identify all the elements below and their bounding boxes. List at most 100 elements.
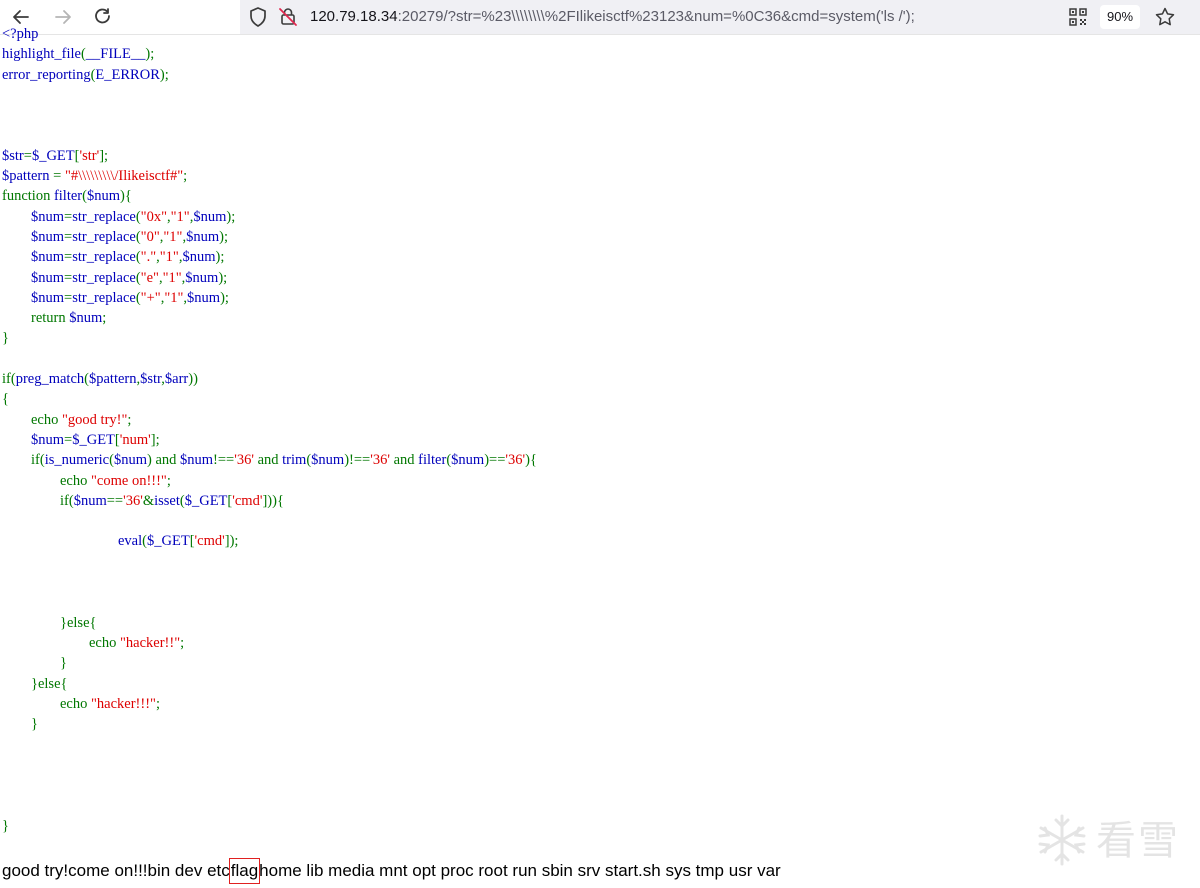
code-line: <?php xyxy=(2,24,537,44)
code-token: $num xyxy=(451,452,485,469)
code-token: str_replace xyxy=(72,208,136,225)
code-token: ); xyxy=(145,46,155,63)
code-line: } xyxy=(2,653,537,673)
code-token: and xyxy=(389,452,419,469)
code-token: = xyxy=(53,168,65,185)
code-line: $num=str_replace("0","1",$num); xyxy=(2,227,537,247)
code-token: $_GET xyxy=(184,492,228,509)
code-token: !== xyxy=(213,452,235,469)
code-token: str_replace xyxy=(72,289,136,306)
code-token: $num xyxy=(187,289,221,306)
code-token: error_reporting xyxy=(2,66,91,83)
code-token: str_replace xyxy=(72,228,136,245)
code-token: $num xyxy=(193,208,227,225)
code-token: ) and xyxy=(147,452,181,469)
code-token: $num xyxy=(113,452,147,469)
code-token: ; xyxy=(127,411,132,428)
code-token: '36' xyxy=(505,452,526,469)
code-token: if( xyxy=(2,452,45,469)
code-line: $num=str_replace("0x","1",$num); xyxy=(2,207,537,227)
code-line: if(is_numeric($num) and $num!=='36' and … xyxy=(2,450,537,470)
code-token: __FILE__ xyxy=(85,46,146,63)
code-line: $num=str_replace(".","1",$num); xyxy=(2,247,537,267)
command-output: good try!come on!!!bin dev etcflaghome l… xyxy=(2,858,781,884)
code-token: $num xyxy=(69,310,103,327)
code-token: } xyxy=(2,817,9,834)
code-token: eval xyxy=(118,533,143,550)
code-token: "hacker!!!" xyxy=(91,695,156,712)
code-token: echo xyxy=(2,472,91,489)
code-line: eval($_GET['cmd']); xyxy=(2,531,537,551)
qr-code-icon[interactable] xyxy=(1066,5,1090,29)
star-icon[interactable] xyxy=(1153,5,1177,29)
code-token: $num xyxy=(31,289,65,306)
code-token: $_GET xyxy=(31,147,75,164)
url-host: 120.79.18.34 xyxy=(310,8,398,25)
code-token: } xyxy=(2,330,9,347)
zoom-level-button[interactable]: 90% xyxy=(1100,5,1140,29)
code-line: function filter($num){ xyxy=(2,186,537,206)
code-line: $num=$_GET['num']; xyxy=(2,430,537,450)
code-token: )) xyxy=(188,371,198,388)
code-token: & xyxy=(142,492,155,509)
code-token: "e" xyxy=(140,269,159,286)
code-token: ); xyxy=(218,269,228,286)
code-token: $num xyxy=(31,228,65,245)
code-token: }else{ xyxy=(2,614,97,631)
code-token: echo xyxy=(2,695,91,712)
snowflake-icon xyxy=(1038,814,1086,866)
code-token: echo xyxy=(2,411,62,428)
code-token: '36' xyxy=(234,452,254,469)
code-token: ; xyxy=(180,634,185,651)
code-token: )== xyxy=(484,452,506,469)
code-line: error_reporting(E_ERROR); xyxy=(2,65,537,85)
code-token: <?php xyxy=(2,26,39,42)
code-token: ); xyxy=(226,208,236,225)
code-token: ]); xyxy=(224,533,239,550)
output-text-after: home lib media mnt opt proc root run sbi… xyxy=(259,861,781,880)
code-token: "come on!!!" xyxy=(91,472,167,489)
code-token: == xyxy=(106,492,124,509)
code-token: $arr xyxy=(164,371,189,388)
code-token: "1" xyxy=(159,249,179,266)
code-line: }else{ xyxy=(2,674,537,694)
code-token: $num xyxy=(73,492,107,509)
code-token: "good try!" xyxy=(62,411,128,428)
url-path: :20279/?str=%23\\\\\\\\%2FIlikeisctf%231… xyxy=(397,8,915,25)
code-token: "1" xyxy=(163,228,183,245)
code-line: echo "come on!!!"; xyxy=(2,471,537,491)
code-token: ); xyxy=(220,289,229,306)
code-token: ]; xyxy=(150,431,160,448)
code-token: ; xyxy=(102,310,107,327)
code-line: echo "hacker!!!"; xyxy=(2,694,537,714)
code-line: $num=str_replace("e","1",$num); xyxy=(2,268,537,288)
code-token: '36' xyxy=(123,492,143,509)
code-token: $num xyxy=(185,269,219,286)
code-token: $num xyxy=(86,188,121,205)
code-token: str_replace xyxy=(72,269,136,286)
code-token: "0x" xyxy=(140,208,168,225)
code-token: if( xyxy=(2,492,74,509)
code-token: $num xyxy=(31,269,65,286)
code-token: $num xyxy=(182,249,216,266)
code-token: $num xyxy=(31,431,65,448)
code-token: "#\\\\\\\\\/Ilikeisctf#" xyxy=(64,168,184,185)
code-token: echo xyxy=(2,634,120,651)
code-line: return $num; xyxy=(2,308,537,328)
watermark-text: 看雪 xyxy=(1096,818,1180,864)
code-token: 'cmd' xyxy=(232,492,263,509)
code-token: $num xyxy=(31,249,65,266)
code-token: return xyxy=(2,310,70,327)
code-token: = xyxy=(64,289,73,306)
code-token: ); xyxy=(159,66,169,83)
